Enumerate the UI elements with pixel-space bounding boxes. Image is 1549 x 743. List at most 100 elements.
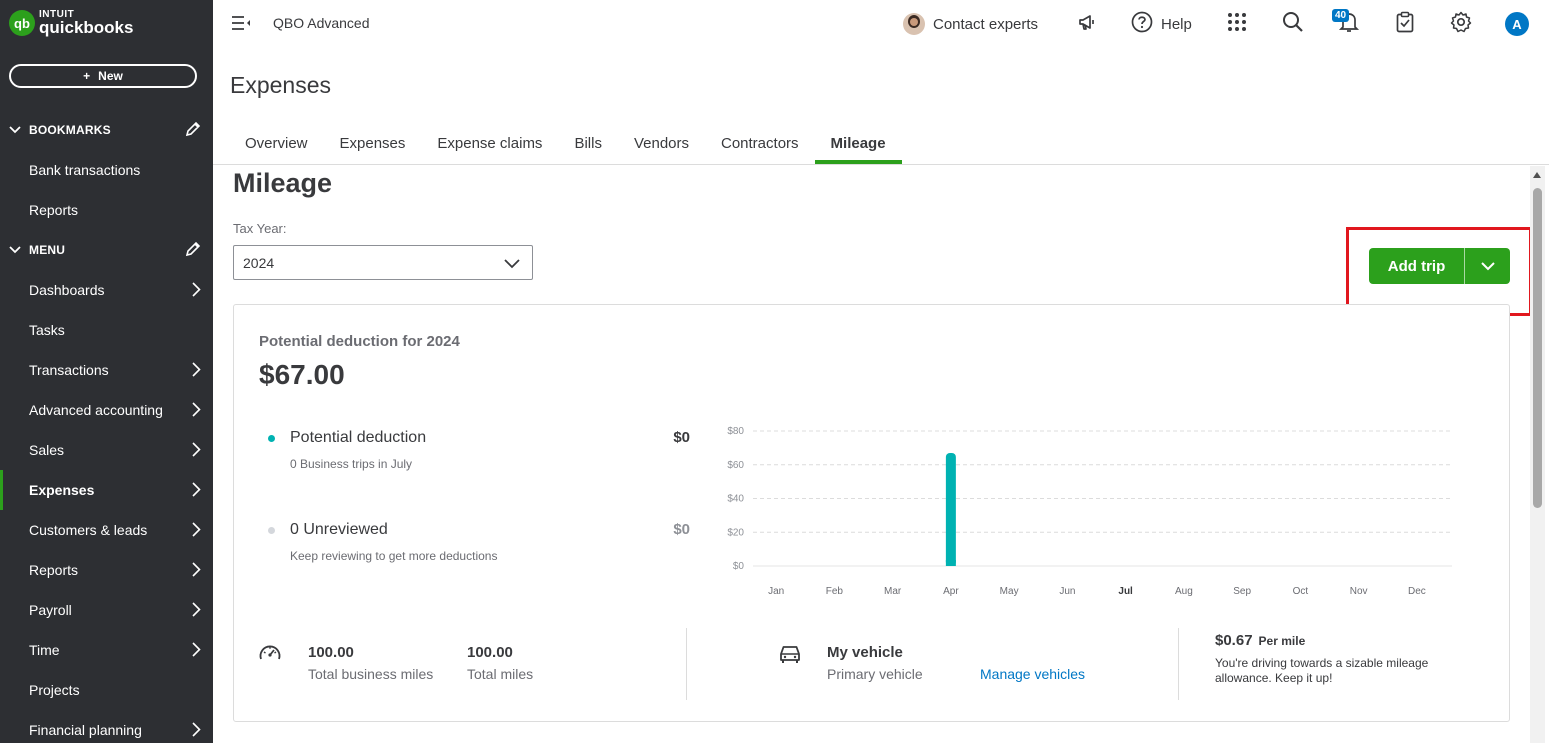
page-scrollbar[interactable] <box>1530 166 1545 743</box>
sidebar-item-advanced-accounting[interactable]: Advanced accounting <box>0 390 213 430</box>
tab-mileage[interactable]: Mileage <box>814 130 902 164</box>
sidebar-item-financial-planning[interactable]: Financial planning <box>0 710 213 743</box>
quickbooks-logo[interactable]: qb INTUIT quickbooks <box>9 10 133 36</box>
legend-value: $0 <box>673 429 690 446</box>
sidebar-item-label: Payroll <box>29 602 72 618</box>
contact-experts-button[interactable]: Contact experts <box>903 10 1038 38</box>
sidebar-item-transactions[interactable]: Transactions <box>0 350 213 390</box>
tax-year-value: 2024 <box>243 254 275 271</box>
edit-menu-pencil-icon[interactable] <box>185 241 201 260</box>
chevron-right-icon <box>192 282 201 300</box>
sidebar-item-customers-leads[interactable]: Customers & leads <box>0 510 213 550</box>
deduction-amount: $67.00 <box>259 359 345 390</box>
total-miles-value: 100.00 <box>467 644 513 661</box>
tab-overview[interactable]: Overview <box>229 130 324 164</box>
sidebar-item-label: Sales <box>29 442 65 458</box>
help-button[interactable]: Help <box>1131 10 1192 38</box>
clipboard-icon <box>1395 11 1415 37</box>
chevron-down-icon <box>1480 258 1495 275</box>
notifications-button[interactable]: 40 <box>1332 9 1360 38</box>
menu-title: MENU <box>29 243 66 257</box>
mileage-rate-unit: Per mile <box>1258 634 1306 648</box>
announcements-button[interactable] <box>1077 10 1097 38</box>
logo-quickbooks-text: quickbooks <box>39 18 134 37</box>
new-button[interactable]: + New <box>9 64 197 88</box>
sidebar-item-projects[interactable]: Projects <box>0 670 213 710</box>
scroll-up-arrow-icon[interactable] <box>1533 172 1541 178</box>
x-tick-label: Aug <box>1175 586 1193 597</box>
tabs-divider <box>213 164 1549 165</box>
mileage-rate-message: You're driving towards a sizable mileage… <box>1215 656 1429 685</box>
sidebar-item-dashboards[interactable]: Dashboards <box>0 270 213 310</box>
tab-vendors[interactable]: Vendors <box>618 130 705 164</box>
collapse-menu-icon[interactable] <box>231 14 251 37</box>
apps-grid-icon <box>1227 12 1247 36</box>
bookmarks-header[interactable]: BOOKMARKS <box>0 115 213 145</box>
legend-sub: 0 Business trips in July <box>290 457 413 471</box>
tasks-clipboard-button[interactable] <box>1395 10 1415 38</box>
total-business-miles-label: Total business miles <box>308 666 434 682</box>
x-tick-label: Oct <box>1293 586 1309 597</box>
sidebar-item-label: Reports <box>29 202 79 218</box>
tax-year-label: Tax Year: <box>233 221 287 236</box>
sidebar-item-label: Dashboards <box>29 282 105 298</box>
legend-sub: Keep reviewing to get more deductions <box>290 549 498 563</box>
chevron-right-icon <box>192 522 201 540</box>
apps-grid-button[interactable] <box>1227 10 1247 38</box>
y-tick-label: $40 <box>727 494 744 505</box>
tax-year-select[interactable]: 2024 <box>233 245 533 280</box>
chevron-right-icon <box>192 642 201 660</box>
search-button[interactable] <box>1282 10 1304 38</box>
sidebar-item-reports-bookmark[interactable]: Reports <box>0 190 213 230</box>
chevron-right-icon <box>192 562 201 580</box>
sidebar-item-bank-transactions[interactable]: Bank transactions <box>0 150 213 190</box>
car-icon <box>778 643 802 670</box>
add-trip-dropdown-button[interactable] <box>1465 248 1510 284</box>
mileage-title: Mileage <box>233 168 333 198</box>
page-title: Expenses <box>230 72 332 98</box>
sidebar-item-payroll[interactable]: Payroll <box>0 590 213 630</box>
x-tick-label: Sep <box>1233 586 1251 597</box>
sidebar-item-expenses[interactable]: Expenses <box>0 470 213 510</box>
vehicle-sub: Primary vehicle <box>827 666 923 682</box>
x-tick-label: Jun <box>1059 586 1075 597</box>
edit-bookmarks-pencil-icon[interactable] <box>185 121 201 140</box>
sidebar-item-label: Expenses <box>29 482 95 498</box>
stats-divider <box>686 628 687 700</box>
sidebar-item-label: Transactions <box>29 362 109 378</box>
total-miles-label: Total miles <box>467 666 534 682</box>
scrollbar-thumb[interactable] <box>1533 188 1542 508</box>
qb-logo-icon: qb <box>9 10 35 36</box>
sidebar: qb INTUIT quickbooks + New BOOKMARKS Ban… <box>0 0 213 743</box>
contact-experts-label: Contact experts <box>933 15 1039 33</box>
sidebar-item-reports[interactable]: Reports <box>0 550 213 590</box>
tab-expense-claims[interactable]: Expense claims <box>421 130 558 164</box>
manage-vehicles-link[interactable]: Manage vehicles <box>980 666 1085 682</box>
sidebar-item-time[interactable]: Time <box>0 630 213 670</box>
x-tick-label: Apr <box>943 586 959 597</box>
tab-bills[interactable]: Bills <box>558 130 618 164</box>
tab-contractors[interactable]: Contractors <box>705 130 815 164</box>
sidebar-item-tasks[interactable]: Tasks <box>0 310 213 350</box>
y-tick-label: $20 <box>727 527 744 538</box>
sidebar-item-sales[interactable]: Sales <box>0 430 213 470</box>
mileage-stats-row: 100.00 Total business miles 100.00 Total… <box>234 628 1511 700</box>
sidebar-item-label: Projects <box>29 682 80 698</box>
expert-avatar <box>903 13 925 35</box>
gear-icon <box>1450 11 1472 37</box>
add-trip-button[interactable]: Add trip <box>1369 248 1465 284</box>
search-icon <box>1282 11 1304 37</box>
help-label: Help <box>1161 15 1192 33</box>
sidebar-item-label: Time <box>29 642 60 658</box>
monthly-deduction-chart: $0 $20 $40 $60 $80 Jan Feb Mar Apr May Jun Jul Aug Se… <box>727 426 1452 597</box>
vehicle-name: My vehicle <box>827 644 903 661</box>
new-button-label: New <box>98 69 123 83</box>
tab-expenses[interactable]: Expenses <box>324 130 422 164</box>
menu-header[interactable]: MENU <box>0 235 213 265</box>
bar-base-apr <box>945 560 956 566</box>
x-tick-label: Dec <box>1408 586 1426 597</box>
user-menu-button[interactable]: A <box>1505 10 1529 38</box>
bell-icon: 40 <box>1332 9 1360 38</box>
settings-button[interactable] <box>1450 10 1472 38</box>
bar-apr <box>945 452 956 566</box>
